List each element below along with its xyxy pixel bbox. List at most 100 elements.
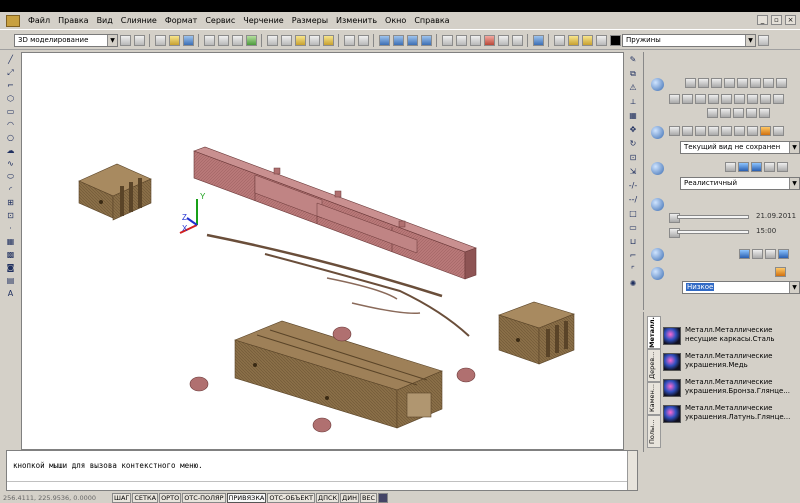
conceptual-style-icon[interactable] [764,162,775,172]
drawing-canvas[interactable]: Y Z X [21,52,624,450]
wireframe-style-icon[interactable] [725,162,736,172]
region-icon[interactable]: ◙ [5,263,17,273]
spot-light-icon[interactable] [752,249,763,259]
print-icon[interactable] [203,35,215,46]
join-icon[interactable]: ⊔ [627,236,639,247]
menu-edit[interactable]: Правка [54,16,92,25]
menu-draw[interactable]: Черчение [239,16,287,25]
presspull-icon[interactable] [708,94,719,104]
preview-icon[interactable] [217,35,229,46]
realistic-style-icon[interactable] [751,162,762,172]
trim-icon[interactable]: -/- [627,180,639,191]
revolve-icon[interactable] [734,94,745,104]
close-icon[interactable]: × [785,15,796,25]
section-plane-icon[interactable] [759,108,770,118]
revcloud-icon[interactable]: ☁ [5,146,17,156]
copy-icon[interactable] [280,35,292,46]
rectangle-icon[interactable]: ▭ [5,107,17,117]
pan-icon[interactable] [378,35,390,46]
zoom-realtime-icon[interactable] [392,35,404,46]
thicken-icon[interactable] [773,94,784,104]
publish-icon[interactable] [231,35,243,46]
extrude-icon[interactable] [695,94,706,104]
free-orbit-icon[interactable] [708,126,719,136]
break-icon[interactable]: ▭ [627,222,639,233]
3d-rotate-icon[interactable] [682,94,693,104]
copy-object-icon[interactable]: ⧉ [627,68,639,79]
hidden-style-icon[interactable] [738,162,749,172]
zoom-previous-icon[interactable] [420,35,432,46]
polyline-icon[interactable]: ⌐ [5,81,17,91]
workspace-toggle-icon[interactable] [133,35,145,46]
pyramid-icon[interactable] [737,78,748,88]
layer-combo[interactable]: Пружины ▼ [622,34,756,47]
line-icon[interactable]: ╱ [5,55,17,65]
save-icon[interactable] [182,35,194,46]
tool-palettes-icon[interactable] [469,35,481,46]
union-icon[interactable] [707,108,718,118]
date-slider[interactable] [677,215,749,219]
cylinder-icon[interactable] [698,78,709,88]
menu-format[interactable]: Формат [161,16,201,25]
render-quality-combo[interactable]: Низкое ▼ [682,281,800,294]
interference-icon[interactable] [746,108,757,118]
torus-icon[interactable] [763,78,774,88]
light-list-icon[interactable] [778,249,789,259]
redo-icon[interactable] [357,35,369,46]
circle-icon[interactable]: ○ [5,133,17,143]
make-current-layer-icon[interactable] [757,35,769,46]
menu-help[interactable]: Справка [410,16,453,25]
point-light-icon[interactable] [739,249,750,259]
app-logo-icon[interactable] [6,14,20,27]
calculator-icon[interactable] [511,35,523,46]
minimize-icon[interactable]: _ [757,15,768,25]
stretch-icon[interactable]: ⇲ [627,166,639,177]
ellipse-icon[interactable]: ⬭ [5,172,17,182]
sun-panel-icon[interactable] [651,198,664,211]
grid-toggle[interactable]: СЕТКА [132,492,159,503]
material-item[interactable]: Металл.Металлические украшения.Бронза.Гл… [663,378,793,404]
menu-view[interactable]: Вид [93,16,117,25]
chamfer-icon[interactable]: ⌐ [627,250,639,261]
help-icon[interactable] [532,35,544,46]
offset-icon[interactable]: ⟂ [627,96,639,107]
break-at-point-icon[interactable]: □ [627,208,639,219]
osnap-toggle[interactable]: ПРИВЯЗКА [226,492,267,503]
style-manager-icon[interactable] [777,162,788,172]
mirror-icon[interactable]: ⚠ [627,82,639,93]
move-icon[interactable]: ✥ [627,124,639,135]
zoom-window-icon[interactable] [406,35,418,46]
sweep-icon[interactable] [721,94,732,104]
planar-surface-icon[interactable] [776,78,787,88]
menu-file[interactable]: Файл [24,16,54,25]
wedge-icon[interactable] [750,78,761,88]
material-item[interactable]: Металл.Металлические украшения.Латунь.Гл… [663,404,793,430]
undo-icon[interactable] [343,35,355,46]
rotate-icon[interactable]: ↻ [627,138,639,149]
slice-icon[interactable] [760,94,771,104]
zoom-3d-icon[interactable] [682,126,693,136]
cone-icon[interactable] [711,78,722,88]
menu-modify[interactable]: Изменить [332,16,381,25]
polygon-icon[interactable]: ⬡ [5,94,17,104]
ellipse-arc-icon[interactable]: ◜ [5,185,17,195]
subtract-icon[interactable] [720,108,731,118]
move-gizmo-icon[interactable] [669,94,680,104]
polar-toggle[interactable]: ОТС-ПОЛЯР [182,492,226,503]
tab-stone[interactable]: Камен... [647,382,661,415]
open-file-icon[interactable] [168,35,180,46]
render-icon[interactable] [775,267,786,277]
command-scrollbar[interactable] [627,451,637,490]
fly-icon[interactable] [747,126,758,136]
lweight-toggle[interactable]: ВЕС [359,492,378,503]
dyn-toggle[interactable]: ДИН [340,492,359,503]
scale-icon[interactable]: ⊡ [627,152,639,163]
gradient-icon[interactable]: ▩ [5,250,17,260]
new-file-icon[interactable] [154,35,166,46]
material-item[interactable]: Металл.Металлические несущие каркасы.Ста… [663,326,793,352]
extend-icon[interactable]: --/ [627,194,639,205]
insert-block-icon[interactable]: ⊞ [5,198,17,208]
ortho-toggle[interactable]: ОРТО [159,492,182,503]
tab-floors[interactable]: Полы... [647,415,661,448]
sheet-set-icon[interactable] [483,35,495,46]
